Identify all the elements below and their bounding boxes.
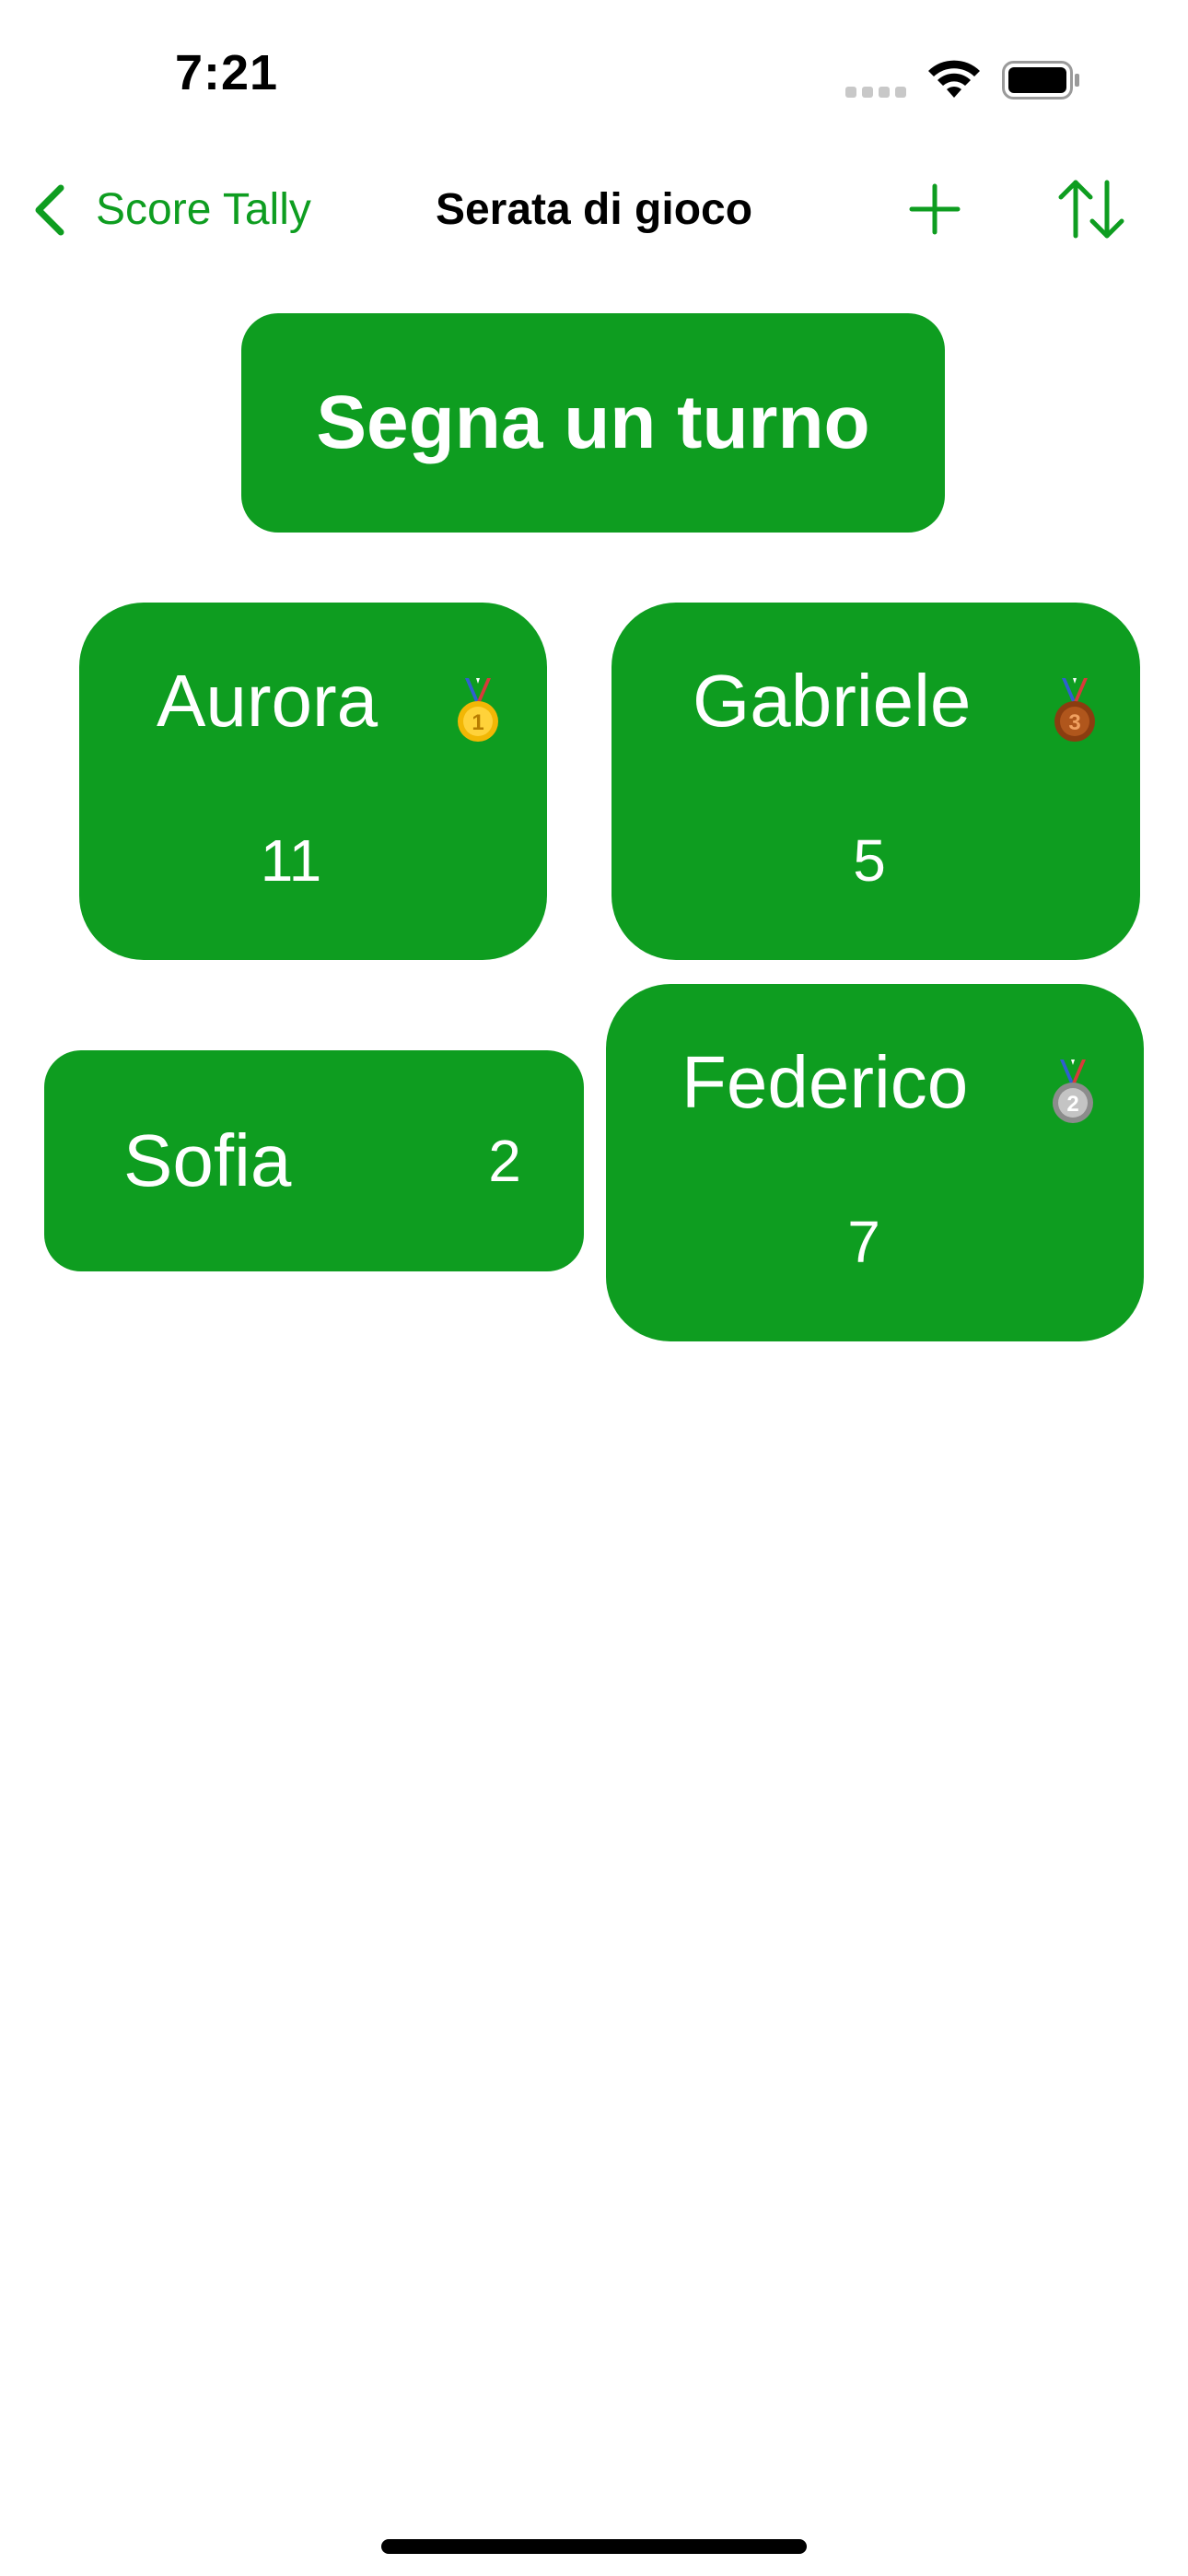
- player-name: Federico: [681, 1041, 969, 1123]
- back-button[interactable]: Score Tally: [31, 181, 311, 240]
- home-indicator[interactable]: [381, 2539, 807, 2554]
- player-score: 5: [853, 827, 886, 894]
- page-title: Serata di gioco: [435, 185, 753, 234]
- player-score: 2: [488, 1128, 521, 1194]
- sort-arrows-icon[interactable]: [1055, 177, 1127, 241]
- player-card-federico[interactable]: Federico 7 2: [606, 984, 1144, 1341]
- screen: 7:21 Score Tally Serata di gioco Segna u…: [0, 0, 1188, 2576]
- plus-icon[interactable]: [908, 182, 961, 236]
- cellular-signal-icon: [845, 87, 908, 100]
- battery-icon: [1002, 61, 1079, 100]
- player-name: Aurora: [157, 660, 379, 742]
- player-score: 7: [847, 1209, 880, 1275]
- gold-medal-icon: 1: [458, 678, 498, 742]
- bronze-medal-icon: 3: [1054, 678, 1095, 742]
- back-button-label: Score Tally: [96, 185, 311, 234]
- medal-number: 1: [472, 710, 483, 735]
- medal-number: 3: [1068, 710, 1080, 735]
- status-time: 7:21: [175, 45, 279, 100]
- player-name: Gabriele: [693, 660, 972, 742]
- player-card-aurora[interactable]: Aurora 11 1: [79, 603, 547, 960]
- medal-number: 2: [1066, 1092, 1078, 1117]
- player-card-sofia[interactable]: Sofia 2: [44, 1050, 584, 1271]
- player-score: 11: [260, 827, 322, 894]
- player-card-gabriele[interactable]: Gabriele 5 3: [611, 603, 1140, 960]
- silver-medal-icon: 2: [1053, 1060, 1093, 1123]
- score-round-button[interactable]: Segna un turno: [241, 313, 945, 533]
- player-name: Sofia: [123, 1119, 292, 1201]
- wifi-icon: [928, 60, 980, 98]
- chevron-left-icon: [35, 184, 64, 236]
